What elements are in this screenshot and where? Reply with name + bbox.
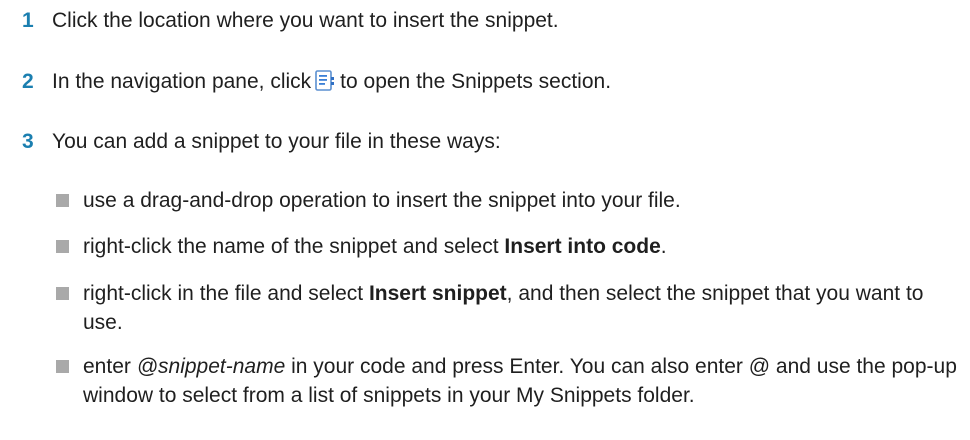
snippets-icon bbox=[315, 70, 335, 91]
snippet-name-syntax: @snippet-name bbox=[136, 355, 286, 378]
menu-command: Insert into code bbox=[504, 235, 661, 258]
way-item: enter @snippet-name in your code and pre… bbox=[56, 352, 968, 410]
step-text: Click the location where you want to ins… bbox=[52, 9, 559, 32]
square-bullet-icon bbox=[56, 287, 69, 300]
step-text: In the navigation pane, click to open th… bbox=[52, 67, 611, 96]
step-number: 1 bbox=[22, 9, 34, 32]
way-text: right-click in the file and select Inser… bbox=[83, 282, 924, 334]
step-1: 1 Click the location where you want to i… bbox=[22, 6, 559, 35]
step-text-before: In the navigation pane, click bbox=[52, 70, 312, 93]
square-bullet-icon bbox=[56, 194, 69, 207]
way-item: use a drag-and-drop operation to insert … bbox=[56, 186, 968, 215]
step-text-after: to open the Snippets section. bbox=[340, 70, 612, 93]
square-bullet-icon bbox=[56, 240, 69, 253]
way-text: right-click the name of the snippet and … bbox=[83, 235, 667, 258]
step-number: 2 bbox=[22, 70, 34, 93]
square-bullet-icon bbox=[56, 360, 69, 373]
step-2: 2 In the navigation pane, click to open … bbox=[22, 67, 611, 96]
way-item: right-click the name of the snippet and … bbox=[56, 232, 968, 261]
way-item: right-click in the file and select Inser… bbox=[56, 279, 968, 337]
step-3: 3 You can add a snippet to your file in … bbox=[22, 127, 501, 156]
way-text: enter @snippet-name in your code and pre… bbox=[83, 355, 957, 407]
step-number: 3 bbox=[22, 130, 34, 153]
menu-command: Insert snippet bbox=[368, 282, 507, 305]
way-text: use a drag-and-drop operation to insert … bbox=[83, 189, 681, 212]
instructions-document: 1 Click the location where you want to i… bbox=[0, 0, 970, 440]
step-text: You can add a snippet to your file in th… bbox=[52, 130, 501, 153]
